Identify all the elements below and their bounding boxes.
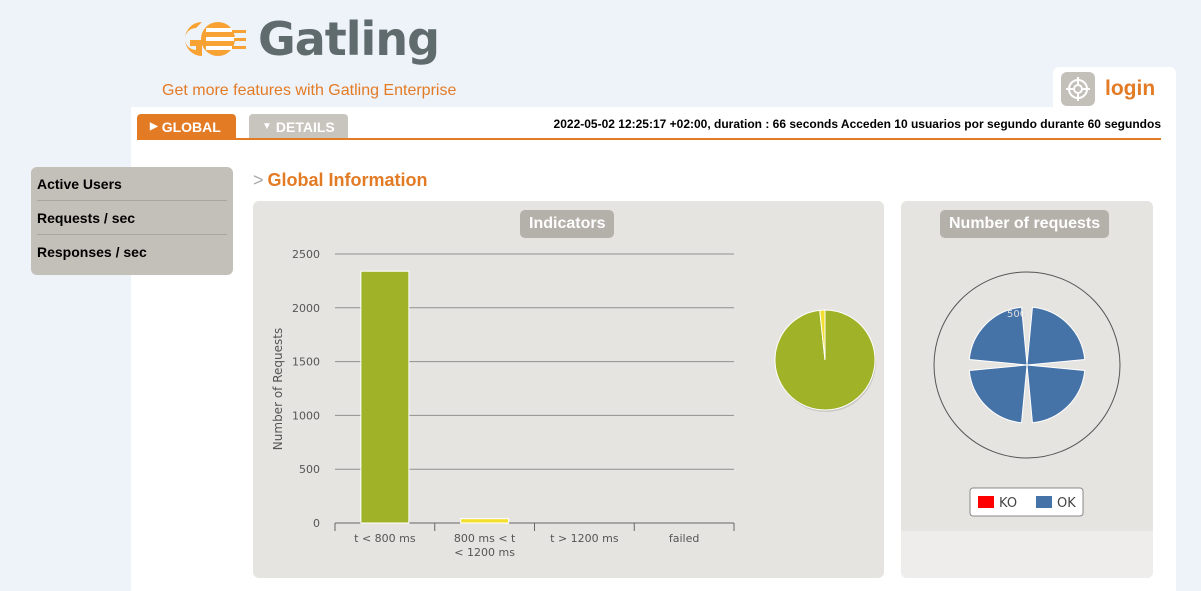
x-tick-label: t < 800 ms bbox=[354, 532, 416, 545]
triangle-right-icon: ▶ bbox=[150, 121, 158, 132]
polar-sector bbox=[1026, 306, 1086, 366]
side-menu: Active Users Requests / sec Responses / … bbox=[31, 167, 233, 275]
tab-details-label: DETAILS bbox=[275, 118, 335, 135]
y-tick-label: 2500 bbox=[292, 248, 320, 261]
menu-item-responses-sec[interactable]: Responses / sec bbox=[37, 235, 227, 269]
y-tick-label: 500 bbox=[299, 463, 320, 476]
brand-name: Gatling bbox=[258, 12, 440, 66]
bar bbox=[460, 518, 510, 524]
indicators-bar-chart: 0 500 1000 1500 2000 2500 Number of Requests t … bbox=[271, 248, 876, 559]
tab-details[interactable]: ▼ DETAILS bbox=[249, 114, 348, 139]
legend-ok-swatch bbox=[1036, 496, 1052, 508]
login-label: login bbox=[1105, 77, 1156, 100]
section-title-text: Global Information bbox=[267, 170, 428, 190]
gatling-logo-icon bbox=[185, 22, 246, 56]
y-tick-label: 1000 bbox=[292, 409, 320, 422]
target-icon bbox=[1061, 72, 1095, 106]
gatling-logo[interactable]: Gatling bbox=[172, 12, 440, 66]
section-title: > Global Information bbox=[253, 170, 428, 190]
legend-ok-label: OK bbox=[1057, 496, 1076, 511]
requests-panel: Number of requests 500 KO OK bbox=[901, 201, 1153, 578]
y-tick-label: 2000 bbox=[292, 302, 320, 315]
polar-radial-tick: 500 bbox=[1007, 309, 1026, 320]
legend-ko-swatch bbox=[978, 496, 994, 508]
tabs-divider bbox=[137, 138, 1161, 140]
menu-item-requests-sec[interactable]: Requests / sec bbox=[37, 201, 227, 235]
menu-item-active-users[interactable]: Active Users bbox=[37, 167, 227, 201]
x-tick-label: failed bbox=[669, 532, 699, 545]
x-tick-label: t > 1200 ms bbox=[550, 532, 619, 545]
triangle-down-icon: ▼ bbox=[262, 121, 272, 132]
requests-polar-chart: 500 KO OK bbox=[933, 271, 1121, 517]
enterprise-link[interactable]: Get more features with Gatling Enterpris… bbox=[162, 82, 456, 100]
polar-sector bbox=[968, 364, 1028, 424]
y-tick-label: 0 bbox=[313, 517, 320, 530]
indicators-panel: Indicators 0 500 1000 1500 2000 2500 Number of… bbox=[253, 201, 884, 578]
tab-global-label: GLOBAL bbox=[161, 118, 221, 135]
y-axis-label: Number of Requests bbox=[271, 328, 285, 450]
bar bbox=[360, 270, 410, 524]
x-tick-label: 800 ms < t < 1200 ms bbox=[454, 532, 516, 559]
legend-ko-label: KO bbox=[999, 496, 1017, 511]
tab-global[interactable]: ▶ GLOBAL bbox=[137, 114, 236, 139]
polar-sector bbox=[1026, 364, 1086, 424]
y-tick-label: 1500 bbox=[292, 356, 320, 369]
login-button[interactable]: login bbox=[1053, 67, 1176, 111]
run-info: 2022-05-02 12:25:17 +02:00, duration : 6… bbox=[553, 117, 1161, 131]
